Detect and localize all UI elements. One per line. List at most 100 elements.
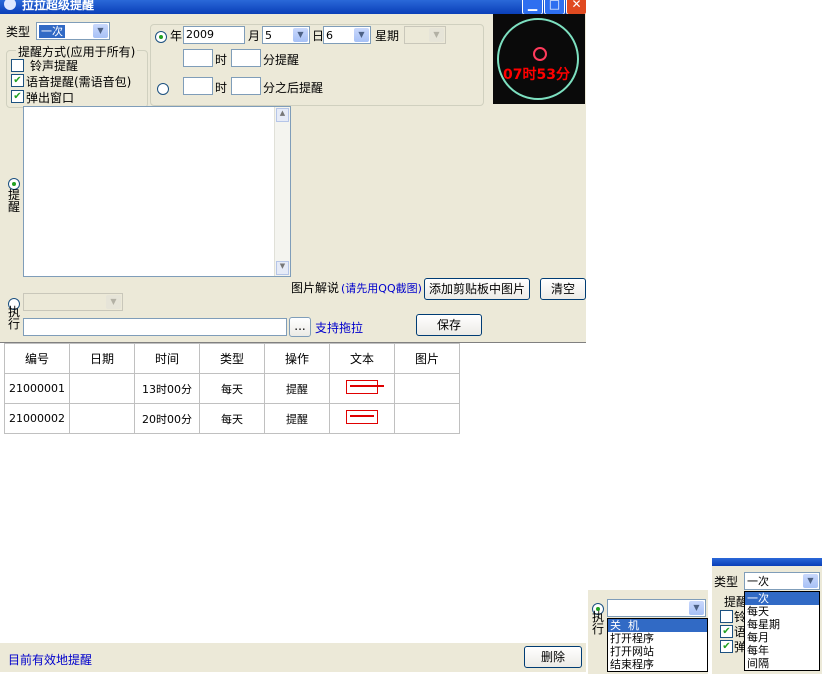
execute-label: 执行 [8,305,21,331]
dropdown-option[interactable]: 关 机 [608,619,707,632]
popup-checkbox[interactable]: ✔ [720,640,733,653]
popup-checkbox[interactable]: ✔ [11,90,24,103]
type-dropdown-snippet: 类型 一次 ▼ 提醒 铃 ✔ 语 ✔ 弹 一次 每天 每星期 每月 每年 间隔 [712,558,822,674]
browse-button[interactable]: ... [289,317,311,337]
dropdown-option[interactable]: 间隔 [745,657,819,670]
type-select-value: 一次 [39,25,65,38]
cell-time: 13时00分 [134,373,200,404]
hour-label: 时 [215,53,228,67]
close-button[interactable]: ✕ [566,0,586,14]
image-caption-label: 图片解说 [291,281,340,295]
ringtone-checkbox[interactable] [720,610,733,623]
execute-label: 执行 [592,610,605,636]
chevron-down-icon: ▼ [354,28,369,42]
minute-label: 分提醒 [263,53,300,67]
scroll-up-icon[interactable]: ▲ [276,108,289,122]
voice-label: 语音提醒(需语音包) [26,75,132,89]
column-header-action[interactable]: 操作 [264,343,330,374]
minute-input[interactable] [231,49,261,67]
type-select[interactable]: 一次 ▼ [36,22,110,40]
dropdown-option[interactable]: 打开网站 [608,645,707,658]
window-title: 拉拉超级提醒 [22,0,95,12]
day-select[interactable]: 6 ▼ [323,26,371,44]
column-header-time[interactable]: 时间 [134,343,200,374]
remind-label: 提醒 [8,188,21,214]
scroll-down-icon[interactable]: ▼ [276,261,289,275]
cell-image [394,373,460,404]
chevron-down-icon: ▼ [689,601,704,615]
type-select-value: 一次 [747,575,769,588]
year-input[interactable]: 2009 [183,26,245,44]
week-select[interactable]: ▼ [404,26,446,44]
cell-type: 每天 [199,373,265,404]
cell-action: 提醒 [264,373,330,404]
year-label: 年 [170,29,183,43]
execute-select[interactable]: ▼ [607,599,706,617]
month-value: 5 [265,29,272,42]
chevron-down-icon: ▼ [429,28,444,42]
save-button[interactable]: 保存 [416,314,482,336]
clear-button[interactable]: 清空 [540,278,586,300]
remind-textarea[interactable]: ▲ ▼ [23,106,291,277]
paste-image-button[interactable]: 添加剪贴板中图片 [424,278,530,300]
clock-time: 07时53分 [503,67,570,83]
delete-button[interactable]: 删除 [524,646,582,668]
after-mode-radio[interactable] [157,83,169,95]
dropdown-option[interactable]: 打开程序 [608,632,707,645]
chevron-down-icon: ▼ [803,574,818,588]
cell-text [329,373,395,404]
cell-id: 21000001 [4,373,70,404]
maximize-button[interactable]: □ [544,0,565,14]
text-preview-icon [346,410,378,424]
table-row[interactable]: 21000001 13时00分 每天 提醒 [4,373,460,404]
cell-id: 21000002 [4,403,70,434]
dropdown-option[interactable]: 每天 [745,605,819,618]
voice-checkbox[interactable]: ✔ [720,625,733,638]
month-select[interactable]: 5 ▼ [262,26,310,44]
column-header-image[interactable]: 图片 [394,343,460,374]
cell-date [69,403,135,434]
cell-date [69,373,135,404]
cell-type: 每天 [199,403,265,434]
reminder-table-panel[interactable]: 编号 日期 时间 类型 操作 文本 图片 21000001 13时00分 每天 … [0,342,586,643]
minimize-button[interactable]: ▁ [522,0,543,14]
cell-action: 提醒 [264,403,330,434]
column-header-date[interactable]: 日期 [69,343,135,374]
voice-checkbox[interactable]: ✔ [11,74,24,87]
week-label: 星期 [375,29,400,43]
textarea-scrollbar[interactable]: ▲ ▼ [274,107,290,276]
clock-center-icon [533,47,547,61]
clock-display: 07时53分 [493,14,585,104]
execute-select[interactable]: ▼ [23,293,123,311]
dropdown-option[interactable]: 一次 [745,592,819,605]
cell-time: 20时00分 [134,403,200,434]
snippet-title-bar [712,558,822,566]
chevron-down-icon: ▼ [293,28,308,42]
type-select[interactable]: 一次 ▼ [744,572,820,590]
table-row[interactable]: 21000002 20时00分 每天 提醒 [4,403,460,434]
after-hour-input[interactable] [183,77,213,95]
image-caption-hint: (请先用QQ截图) [341,282,422,295]
column-header-id[interactable]: 编号 [4,343,70,374]
column-header-text[interactable]: 文本 [329,343,395,374]
drag-support-label: 支持拖拉 [315,321,364,335]
type-label: 类型 [714,575,739,589]
dropdown-option[interactable]: 结束程序 [608,658,707,671]
execute-path-input[interactable] [23,318,287,336]
table-header-row: 编号 日期 时间 类型 操作 文本 图片 [4,343,460,374]
hour-input[interactable] [183,49,213,67]
ringtone-checkbox[interactable] [11,59,24,72]
app-icon [4,0,16,10]
dropdown-option[interactable]: 每年 [745,644,819,657]
dropdown-option[interactable]: 每星期 [745,618,819,631]
execute-dropdown-snippet: 执行 ▼ 关 机 打开程序 打开网站 结束程序 [588,590,708,674]
text-preview-icon [346,380,384,394]
reminder-table: 编号 日期 时间 类型 操作 文本 图片 21000001 13时00分 每天 … [4,343,460,434]
after-minute-input[interactable] [231,77,261,95]
date-mode-radio[interactable] [155,31,167,43]
type-dropdown-list: 一次 每天 每星期 每月 每年 间隔 [744,591,820,671]
cell-image [394,403,460,434]
dropdown-option[interactable]: 每月 [745,631,819,644]
title-bar[interactable]: 拉拉超级提醒 ▁ □ ✕ [0,0,586,14]
column-header-type[interactable]: 类型 [199,343,265,374]
